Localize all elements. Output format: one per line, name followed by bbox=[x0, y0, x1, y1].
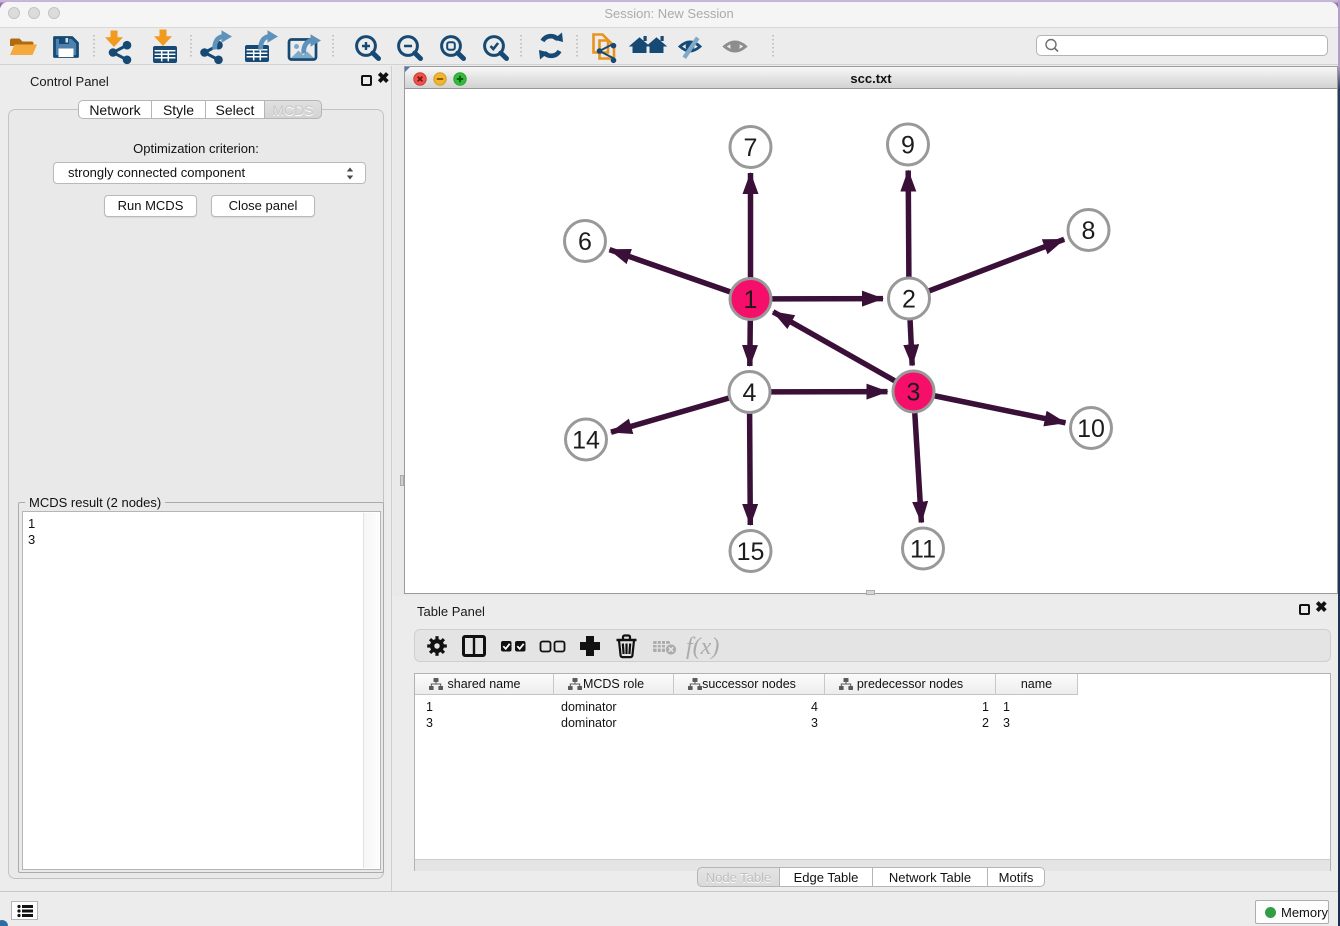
svg-text:14: 14 bbox=[572, 427, 600, 455]
svg-text:4: 4 bbox=[743, 379, 757, 407]
svg-text:7: 7 bbox=[744, 134, 758, 162]
svg-text:f(x): f(x) bbox=[686, 634, 719, 660]
svg-text:15: 15 bbox=[737, 538, 765, 566]
svg-text:6: 6 bbox=[578, 228, 592, 256]
svg-text:9: 9 bbox=[901, 132, 915, 160]
svg-text:11: 11 bbox=[910, 536, 936, 564]
svg-text:1: 1 bbox=[744, 286, 758, 314]
svg-text:8: 8 bbox=[1082, 217, 1096, 245]
svg-text:10: 10 bbox=[1077, 415, 1105, 443]
svg-text:2: 2 bbox=[902, 286, 916, 314]
svg-text:3: 3 bbox=[907, 379, 921, 407]
